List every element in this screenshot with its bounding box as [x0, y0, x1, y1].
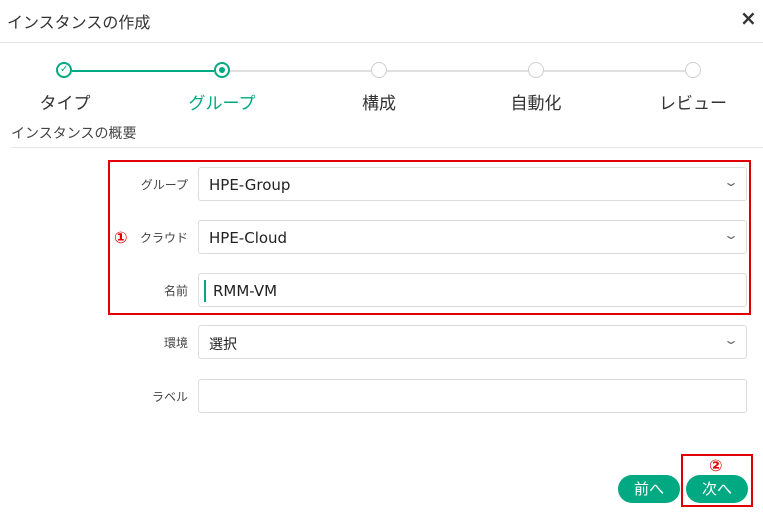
step-group-active-icon: [214, 62, 230, 78]
step-label-type: タイプ: [39, 94, 91, 114]
step-label-review: レビュー: [659, 94, 727, 114]
labels-input[interactable]: [198, 379, 747, 413]
close-icon[interactable]: ×: [740, 8, 760, 28]
environment-select[interactable]: 選択 ⌄: [198, 325, 747, 359]
chevron-down-icon: ⌄: [722, 333, 740, 347]
step-connector-2: [230, 70, 372, 72]
next-button[interactable]: 次へ: [686, 475, 748, 503]
environment-select-value: 選択: [209, 337, 237, 353]
step-review-dot-icon: [685, 62, 701, 78]
environment-label: 環境: [163, 336, 188, 350]
step-connector-1: [72, 70, 214, 72]
step-connector-4: [543, 70, 685, 72]
step-type-check-icon: ✓: [56, 62, 72, 78]
step-label-config: 構成: [362, 94, 396, 114]
highlight-box-1: [108, 160, 751, 315]
section-divider: [11, 147, 763, 148]
section-title: インスタンスの概要: [11, 126, 137, 142]
labels-label: ラベル: [151, 390, 188, 404]
annotation-marker-2: ②: [709, 456, 723, 475]
step-automation-dot-icon: [528, 62, 544, 78]
step-connector-3: [387, 70, 528, 72]
dialog-header: インスタンスの作成 ×: [0, 0, 763, 43]
step-label-group: グループ: [188, 94, 256, 114]
prev-button[interactable]: 前へ: [618, 475, 680, 503]
step-label-automation: 自動化: [510, 94, 562, 114]
annotation-marker-1: ①: [114, 228, 128, 247]
step-config-dot-icon: [371, 62, 387, 78]
dialog-title: インスタンスの作成: [7, 13, 151, 32]
